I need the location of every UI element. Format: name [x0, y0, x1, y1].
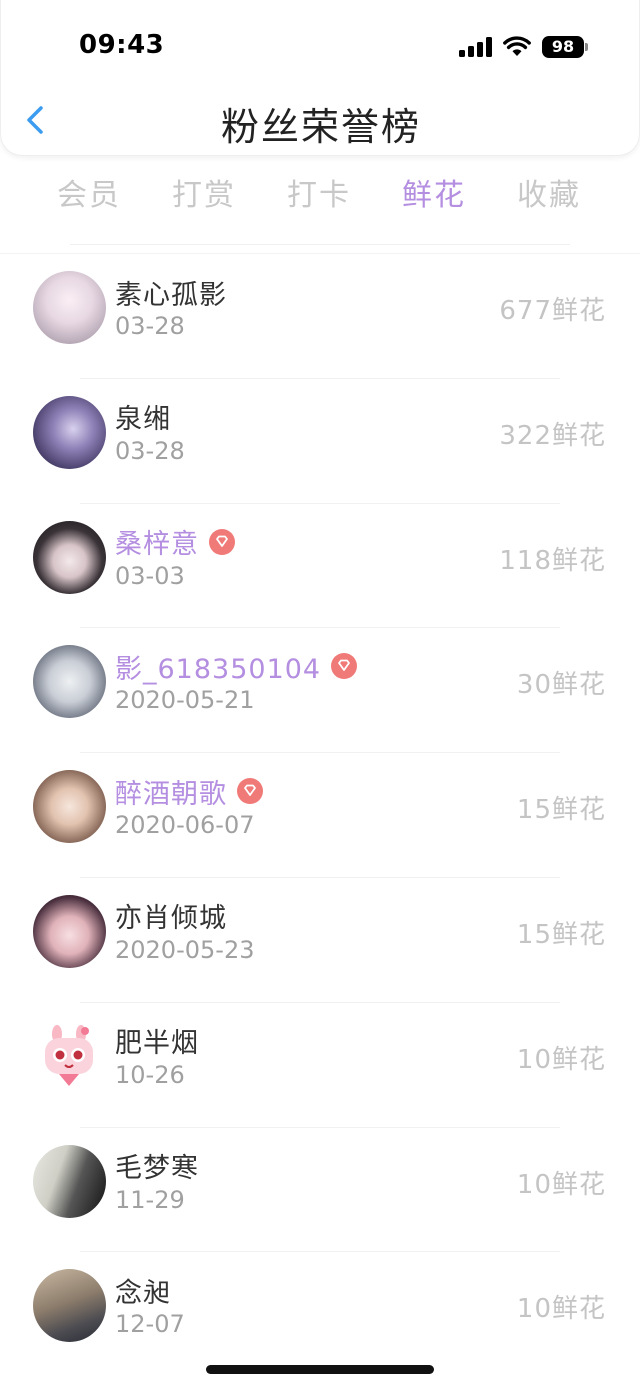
fan-row[interactable]: 泉缃 03-28 322鲜花	[0, 379, 640, 504]
fan-row[interactable]: 醉酒朝歌 2020-06-07 15鲜花	[0, 753, 640, 878]
flower-count: 10鲜花	[516, 1044, 606, 1075]
fan-name: 醉酒朝歌	[115, 778, 227, 810]
tab-favorites[interactable]: 收藏	[494, 170, 604, 214]
tab-flowers[interactable]: 鲜花	[379, 170, 489, 214]
tab-checkin[interactable]: 打卡	[264, 170, 374, 214]
avatar[interactable]	[33, 520, 106, 594]
tab-bar: 会员 打赏 打卡 鲜花 收藏	[0, 170, 640, 216]
fan-row[interactable]: 念昶 12-07 10鲜花	[0, 1252, 640, 1377]
battery-icon: 98	[542, 36, 584, 58]
fan-date: 2020-06-07	[115, 811, 255, 840]
home-indicator[interactable]	[206, 1365, 434, 1374]
avatar[interactable]	[33, 271, 106, 344]
fan-date: 2020-05-23	[115, 935, 255, 964]
tab-membership[interactable]: 会员	[34, 170, 144, 214]
avatar[interactable]	[33, 1144, 106, 1218]
name-line: 素心孤影	[115, 274, 227, 311]
fan-date: 03-28	[115, 312, 185, 340]
flower-count: 15鲜花	[516, 795, 606, 826]
avatar[interactable]	[33, 770, 106, 844]
fan-date: 10-26	[115, 1060, 185, 1089]
fan-name: 影_618350104	[115, 653, 322, 685]
fan-name: 毛梦寒	[115, 1153, 199, 1185]
wifi-icon	[503, 36, 531, 56]
flower-count: 30鲜花	[516, 670, 606, 701]
avatar[interactable]	[33, 1269, 106, 1343]
name-line: 念昶	[115, 1272, 171, 1309]
nav-bar: 粉丝荣誉榜	[1, 90, 640, 152]
flower-count: 677鲜花	[499, 296, 606, 326]
name-line: 桑梓意	[115, 524, 235, 560]
avatar[interactable]	[33, 1019, 106, 1093]
flower-count: 15鲜花	[516, 919, 606, 950]
header: 09:43 98 粉丝荣誉榜	[0, 0, 640, 156]
fan-date: 2020-05-21	[115, 686, 255, 715]
fan-name: 肥半烟	[115, 1028, 199, 1060]
name-line: 肥半烟	[115, 1023, 199, 1059]
page-title: 粉丝荣誉榜	[220, 105, 421, 149]
fan-name: 素心孤影	[115, 279, 227, 311]
name-line: 毛梦寒	[115, 1148, 199, 1184]
flower-count: 322鲜花	[499, 420, 606, 451]
name-line: 醉酒朝歌	[115, 773, 263, 810]
cellular-signal-icon	[459, 37, 493, 57]
status-bar: 09:43 98	[1, 0, 640, 90]
fan-name: 亦肖倾城	[115, 903, 227, 935]
tab-tips[interactable]: 打赏	[149, 170, 259, 214]
tabs-divider	[70, 244, 570, 245]
fan-row[interactable]: 亦肖倾城 2020-05-23 15鲜花	[0, 878, 640, 1003]
fan-name: 泉缃	[115, 404, 171, 436]
fan-row[interactable]: 影_618350104 2020-05-21 30鲜花	[0, 628, 640, 754]
flower-count: 10鲜花	[516, 1169, 606, 1200]
fan-row[interactable]: 素心孤影 03-28 677鲜花	[0, 254, 640, 379]
name-line: 泉缃	[115, 399, 171, 435]
battery-tip	[585, 43, 588, 51]
fan-date: 03-28	[115, 436, 185, 465]
fan-name: 念昶	[115, 1277, 171, 1309]
fan-name: 桑梓意	[115, 529, 199, 561]
status-time: 09:43	[79, 30, 165, 60]
avatar[interactable]	[33, 395, 106, 469]
fan-date: 03-03	[115, 561, 185, 590]
fan-row[interactable]: 肥半烟 10-26 10鲜花	[0, 1003, 640, 1128]
fan-date: 11-29	[115, 1185, 185, 1214]
diamond-vip-icon	[209, 528, 235, 555]
fan-row[interactable]: 毛梦寒 11-29 10鲜花	[0, 1128, 640, 1253]
name-line: 亦肖倾城	[115, 898, 227, 934]
fan-list: 素心孤影 03-28 677鲜花 泉缃 03-28 322鲜花 桑梓意 03-0…	[0, 254, 640, 1377]
cartoon-avatar-icon	[45, 1024, 93, 1086]
flower-count: 118鲜花	[499, 545, 606, 576]
flower-count: 10鲜花	[516, 1294, 606, 1325]
diamond-vip-icon	[237, 778, 263, 805]
avatar[interactable]	[33, 645, 106, 719]
avatar[interactable]	[33, 894, 106, 968]
name-line: 影_618350104	[115, 648, 358, 685]
diamond-vip-icon	[331, 653, 358, 680]
fan-row[interactable]: 桑梓意 03-03 118鲜花	[0, 504, 640, 629]
fan-date: 12-07	[115, 1310, 185, 1339]
